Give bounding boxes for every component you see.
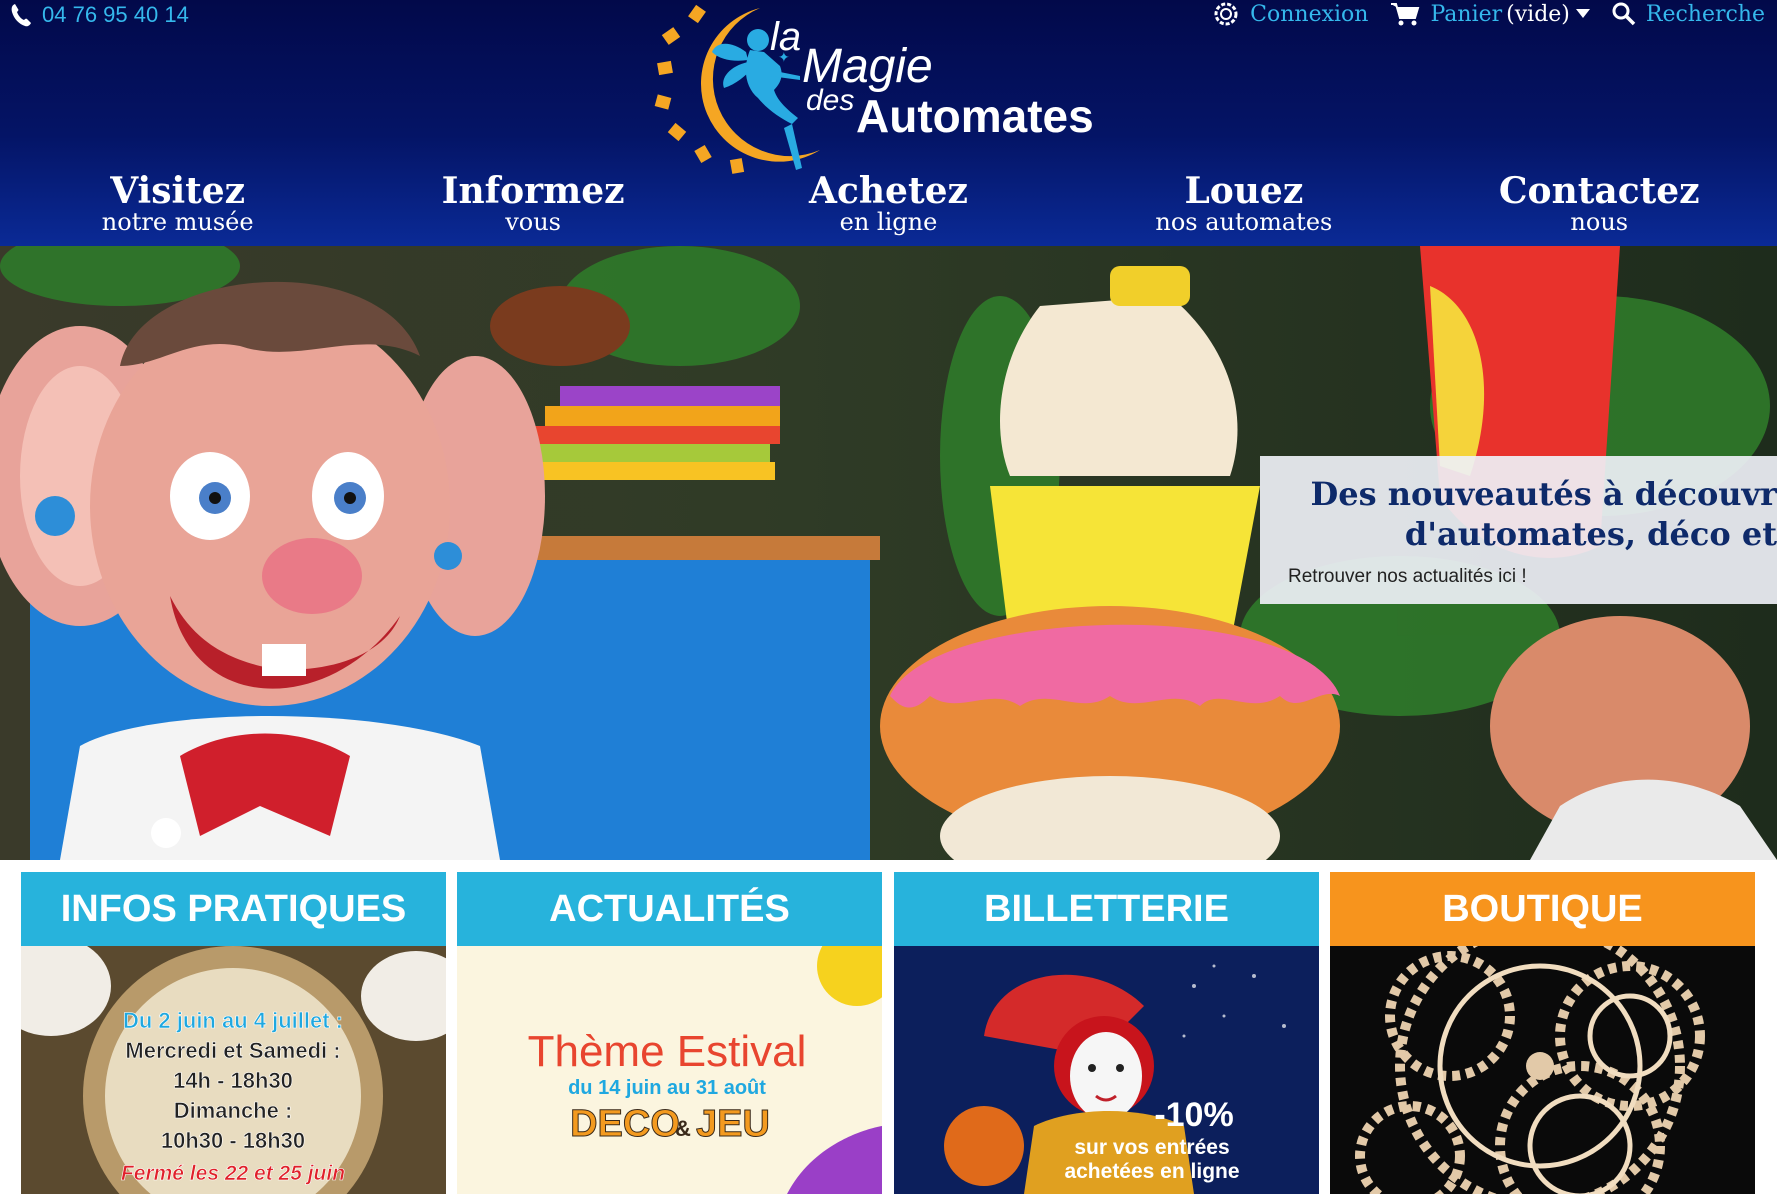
logo-des: des <box>806 84 854 117</box>
news-amp: & <box>675 1116 691 1141</box>
ticket-line-1: sur vos entrées <box>1074 1136 1229 1159</box>
caption-link[interactable]: Retrouver nos actualités ici ! <box>1288 566 1527 588</box>
card-image <box>1330 946 1755 1194</box>
phone-link[interactable]: 04 76 95 40 14 <box>10 2 189 28</box>
caret-down-icon <box>1575 9 1590 18</box>
nav-subtitle: nos automates <box>1155 208 1333 236</box>
nav-item-louez[interactable]: Louez nos automates <box>1066 172 1421 246</box>
hours-line-3: 14h - 18h30 <box>173 1068 293 1093</box>
nav-item-informez[interactable]: Informez vous <box>355 172 710 246</box>
main-nav: Visitez notre musée Informez vous Achete… <box>0 172 1777 246</box>
nav-item-visitez[interactable]: Visitez notre musée <box>0 172 355 246</box>
mouse-automaton <box>0 281 545 860</box>
cart-status: (vide) <box>1506 1 1570 27</box>
site-logo[interactable]: ✦ la Magie des Automates <box>650 0 1130 185</box>
news-title: Thème Estival <box>528 1027 807 1076</box>
card-title: BILLETTERIE <box>894 872 1319 946</box>
hours-line-5: 10h30 - 18h30 <box>161 1128 305 1153</box>
search-icon <box>1612 2 1636 26</box>
phone-number: 04 76 95 40 14 <box>42 2 189 27</box>
site-header: 04 76 95 40 14 Connexion Panier (vide) R… <box>0 0 1777 246</box>
nav-item-contactez[interactable]: Contactez nous <box>1422 172 1777 246</box>
nav-subtitle: vous <box>505 208 561 236</box>
cart-icon <box>1391 3 1420 26</box>
search-link[interactable]: Recherche <box>1612 2 1765 27</box>
card-actualites[interactable]: ACTUALITÉS Thème Estival du 14 juin au 3… <box>457 872 882 1194</box>
feature-cards: INFOS PRATIQUES Du 2 juin au 4 juillet :… <box>0 860 1777 1194</box>
nav-subtitle: nous <box>1570 208 1629 236</box>
card-infos-pratiques[interactable]: INFOS PRATIQUES Du 2 juin au 4 juillet :… <box>21 872 446 1194</box>
slider-dot[interactable] <box>151 818 181 848</box>
ticket-discount: -10% <box>1154 1096 1233 1134</box>
card-title: ACTUALITÉS <box>457 872 882 946</box>
login-link[interactable]: Connexion <box>1212 0 1368 28</box>
hero-caption[interactable]: Des nouveautés à découvr d'automates, dé… <box>1260 456 1777 604</box>
nav-title: Visitez <box>110 170 246 212</box>
card-image: -10% sur vos entrées achetées en ligne <box>894 946 1319 1194</box>
login-label: Connexion <box>1250 1 1369 27</box>
hours-line-4: Dimanche : <box>174 1098 293 1123</box>
card-image: Du 2 juin au 4 juillet : Mercredi et Sam… <box>21 946 446 1194</box>
nav-title: Contactez <box>1498 170 1700 212</box>
gear-icon <box>1214 2 1238 26</box>
hours-line-1: Du 2 juin au 4 juillet : <box>123 1008 343 1033</box>
logo-automates: Automates <box>856 90 1094 142</box>
news-jeu: JEU <box>696 1103 770 1145</box>
nav-title: Louez <box>1184 170 1304 212</box>
card-boutique[interactable]: BOUTIQUE <box>1330 872 1755 1194</box>
nav-item-achetez[interactable]: Achetez en ligne <box>711 172 1066 246</box>
card-title: INFOS PRATIQUES <box>21 872 446 946</box>
card-title: BOUTIQUE <box>1330 872 1755 946</box>
nav-subtitle: en ligne <box>839 208 938 236</box>
logo-la: la <box>770 15 801 59</box>
nav-title: Informez <box>441 170 625 212</box>
nav-title: Achetez <box>809 170 968 212</box>
card-image: Thème Estival du 14 juin au 31 août DECO… <box>457 946 882 1194</box>
news-deco: DECO <box>570 1103 680 1145</box>
card-billetterie[interactable]: BILLETTERIE -10% sur vos entrées achetée… <box>894 872 1319 1194</box>
news-dates: du 14 juin au 31 août <box>568 1077 766 1099</box>
caption-title: Des nouveautés à découvr d'automates, dé… <box>1310 475 1777 553</box>
hours-line-6: Fermé les 22 et 25 juin <box>121 1162 345 1185</box>
phone-icon <box>11 4 31 27</box>
nav-subtitle: notre musée <box>101 208 254 236</box>
cart-link[interactable]: Panier (vide) <box>1390 1 1590 27</box>
hero-slider[interactable]: Des nouveautés à découvr d'automates, dé… <box>0 246 1777 860</box>
search-label: Recherche <box>1645 1 1765 27</box>
ticket-line-2: achetées en ligne <box>1064 1160 1239 1183</box>
hours-line-2: Mercredi et Samedi : <box>125 1038 340 1063</box>
cart-label: Panier <box>1430 1 1503 27</box>
